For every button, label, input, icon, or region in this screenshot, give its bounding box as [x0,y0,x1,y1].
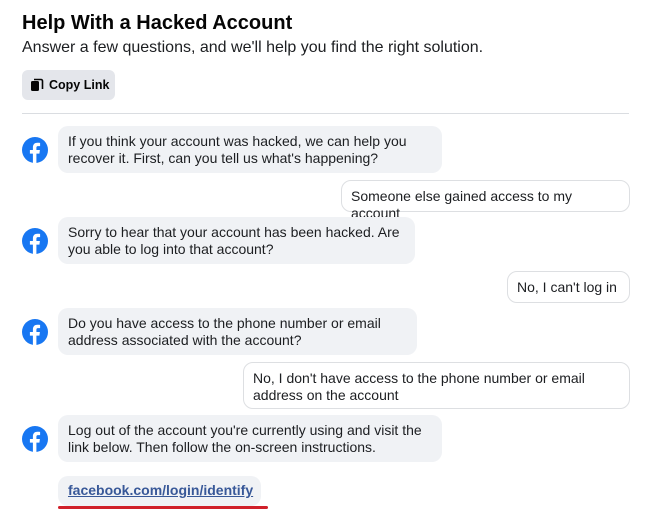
header-divider [22,113,629,114]
user-message: No, I don't have access to the phone num… [243,362,630,409]
page-title: Help With a Hacked Account [22,12,293,34]
bot-message: Do you have access to the phone number o… [58,308,417,355]
identify-account-link[interactable]: facebook.com/login/identify [68,482,253,498]
facebook-logo-icon [22,137,48,163]
facebook-logo-icon [22,228,48,254]
copy-link-label: Copy Link [49,78,110,92]
facebook-logo-icon [22,426,48,452]
user-message: Someone else gained access to my account [341,180,630,221]
page-subtitle: Answer a few questions, and we'll help y… [22,39,484,56]
copy-link-button[interactable]: Copy Link [22,70,115,100]
facebook-logo-icon [22,319,48,345]
user-message: No, I can't log in [507,271,630,303]
highlight-underline [58,506,268,509]
bot-message: If you think your account was hacked, we… [58,126,442,173]
hacked-account-help-page: Help With a Hacked Account Answer a few … [0,0,650,517]
copy-icon [30,78,44,92]
bot-message: Sorry to hear that your account has been… [58,217,415,264]
identify-link-bubble: facebook.com/login/identify [58,476,261,506]
bot-message: Log out of the account you're currently … [58,415,442,462]
